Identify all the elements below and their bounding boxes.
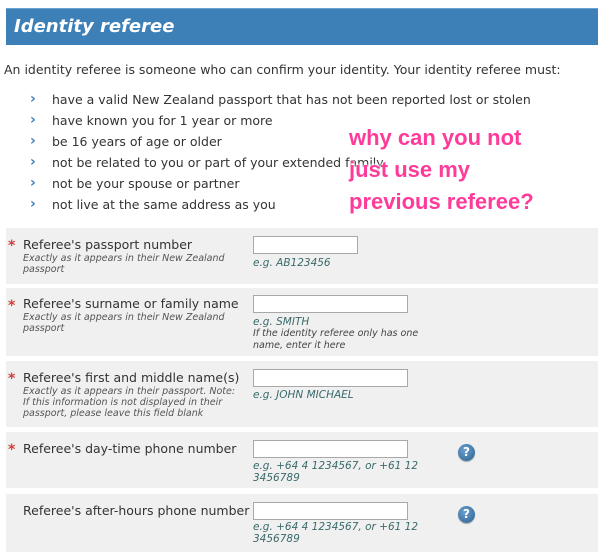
field-label: Referee's passport number xyxy=(23,237,193,252)
requirement-text: not be related to you or part of your ex… xyxy=(52,155,384,170)
first-names-input[interactable] xyxy=(253,369,408,387)
chevron-right-icon: › xyxy=(30,154,36,170)
field-example: e.g. JOHN MICHAEL xyxy=(253,389,354,401)
field-note: If the identity referee only has one nam… xyxy=(253,328,419,351)
after-hours-phone-row: Referee's after-hours phone number e.g. … xyxy=(6,494,598,552)
field-help-text: Exactly as it appears in their New Zeala… xyxy=(23,253,225,275)
field-label: Referee's first and middle name(s) xyxy=(23,370,240,385)
chevron-right-icon: › xyxy=(30,133,36,149)
annotation-line: why can you not xyxy=(349,125,522,150)
daytime-phone-input[interactable] xyxy=(253,440,408,458)
field-help-text: Exactly as it appears in their New Zeala… xyxy=(23,312,225,334)
field-example: e.g. AB123456 xyxy=(253,257,331,269)
requirement-text: be 16 years of age or older xyxy=(52,134,222,149)
field-label: Referee's day-time phone number xyxy=(23,441,237,456)
passport-number-row: * Referee's passport number Exactly as i… xyxy=(6,228,598,284)
annotation-overlay: why can you not just use my previous ref… xyxy=(349,122,589,218)
annotation-line: previous referee? xyxy=(349,189,534,214)
section-title: Identity referee xyxy=(14,16,175,37)
required-marker: * xyxy=(8,238,16,254)
chevron-right-icon: › xyxy=(30,91,36,107)
after-hours-phone-input[interactable] xyxy=(253,502,408,520)
help-icon[interactable]: ? xyxy=(458,444,475,461)
requirement-text: not be your spouse or partner xyxy=(52,176,240,191)
first-names-row: * Referee's first and middle name(s) Exa… xyxy=(6,361,598,427)
passport-number-input[interactable] xyxy=(253,236,358,254)
chevron-right-icon: › xyxy=(30,112,36,128)
required-marker: * xyxy=(8,371,16,387)
daytime-phone-row: * Referee's day-time phone number e.g. +… xyxy=(6,432,598,488)
field-example: e.g. +64 4 1234567, or +61 12 3456789 xyxy=(253,460,419,484)
field-label: Referee's after-hours phone number xyxy=(23,503,250,518)
chevron-right-icon: › xyxy=(30,175,36,191)
requirement-text: not live at the same address as you xyxy=(52,197,276,212)
section-header: Identity referee xyxy=(6,8,598,45)
chevron-right-icon: › xyxy=(30,196,36,212)
intro-text: An identity referee is someone who can c… xyxy=(4,62,561,77)
help-icon[interactable]: ? xyxy=(458,506,475,523)
annotation-line: just use my xyxy=(349,157,471,182)
requirement-text: have known you for 1 year or more xyxy=(52,113,273,128)
field-label: Referee's surname or family name xyxy=(23,296,239,311)
required-marker: * xyxy=(8,442,16,458)
surname-input[interactable] xyxy=(253,295,408,313)
field-example: e.g. SMITH xyxy=(253,316,310,328)
field-example: e.g. +64 4 1234567, or +61 12 3456789 xyxy=(253,521,419,545)
field-help-text: Exactly as it appears in their passport.… xyxy=(23,386,236,419)
requirement-text: have a valid New Zealand passport that h… xyxy=(52,92,531,107)
surname-row: * Referee's surname or family name Exact… xyxy=(6,288,598,356)
required-marker: * xyxy=(8,298,16,314)
